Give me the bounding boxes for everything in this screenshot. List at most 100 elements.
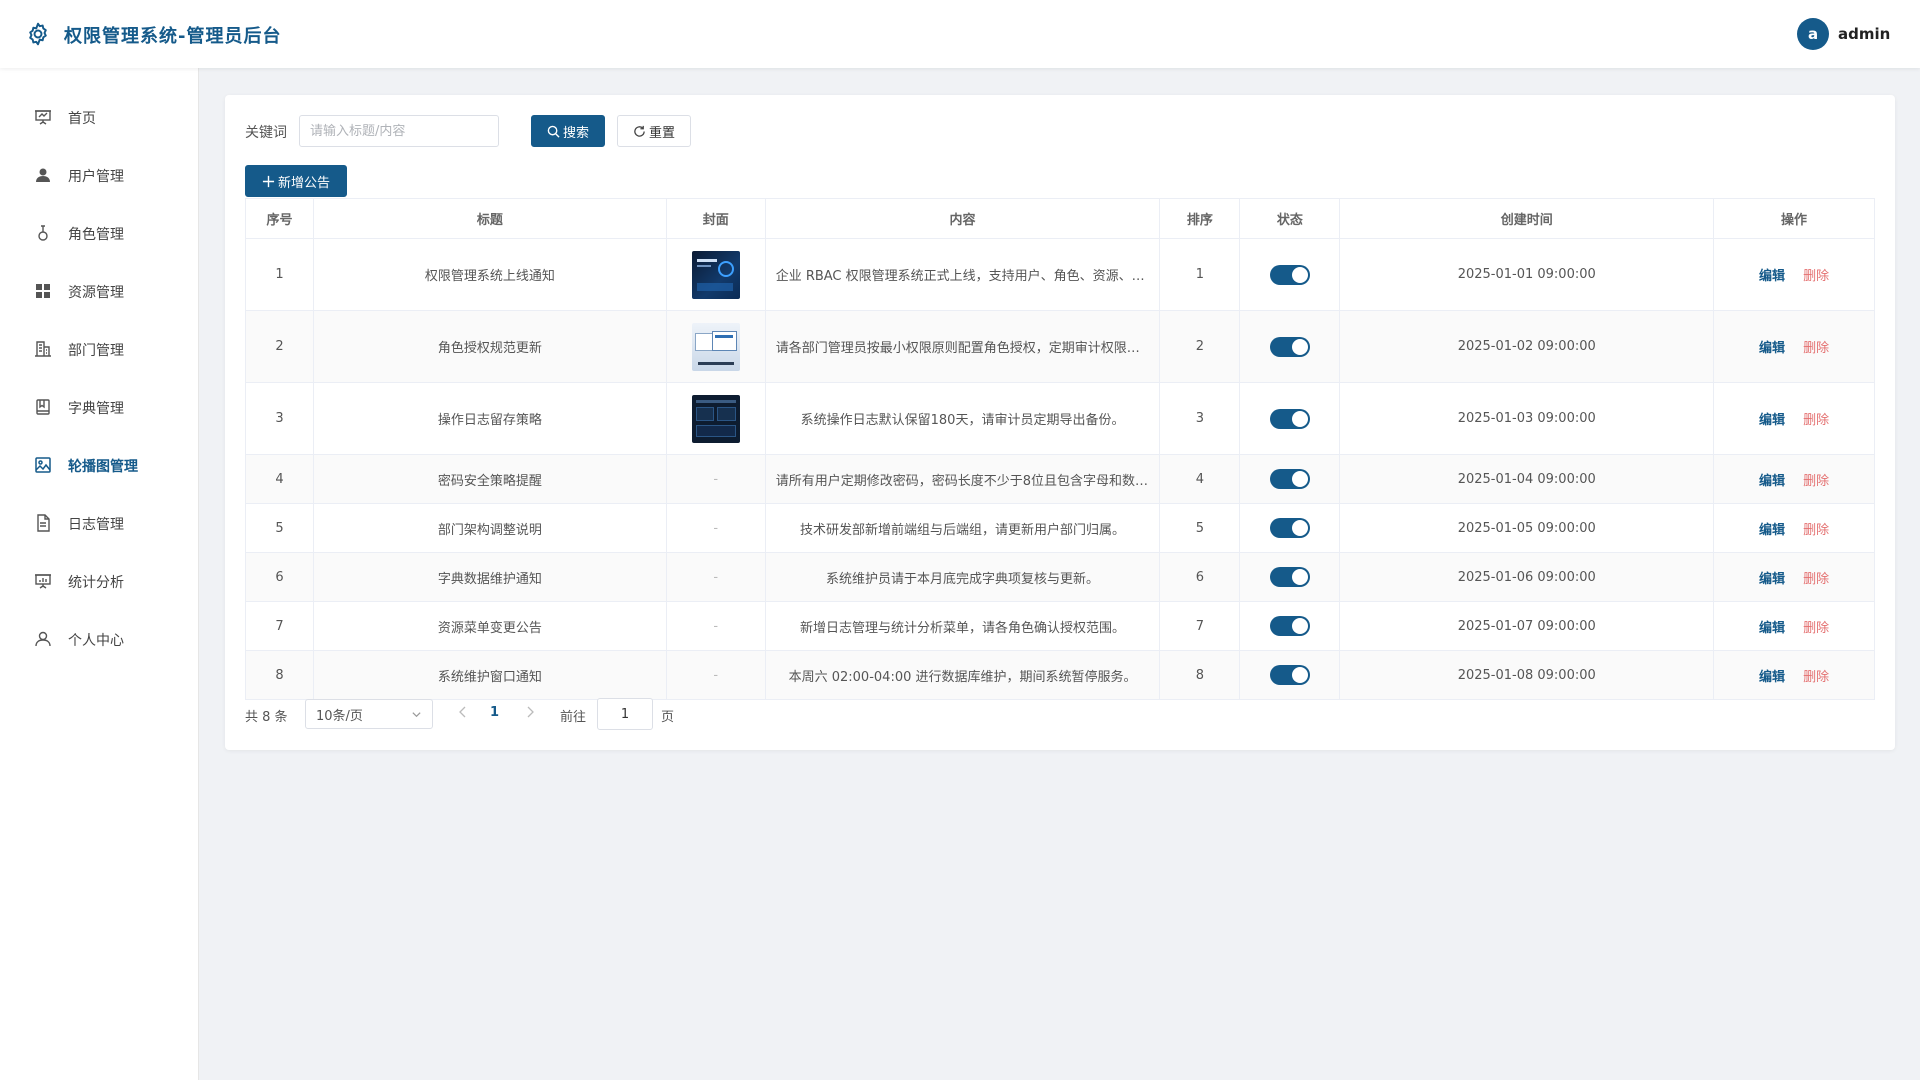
page-size-value: 10条/页	[316, 708, 363, 724]
pagination-total: 共 8 条	[245, 710, 288, 725]
status-toggle[interactable]	[1269, 567, 1310, 587]
delete-button[interactable]: 删除	[1803, 265, 1829, 284]
row-actions: 编辑 删除	[1714, 311, 1876, 382]
toggle-knob	[1291, 667, 1308, 683]
table-row: 2 角色授权规范更新 请各部门管理员按最小权限原则配置角色授权，定期审计权限分配…	[246, 311, 1876, 383]
sidebar-item-label: 用户管理	[68, 169, 124, 185]
edit-button[interactable]: 编辑	[1759, 568, 1785, 587]
sidebar-item-label: 字典管理	[68, 401, 124, 417]
sidebar-item-roles[interactable]: 角色管理	[0, 211, 199, 255]
sidebar-item-home[interactable]: 首页	[0, 95, 199, 139]
delete-button[interactable]: 删除	[1803, 568, 1829, 587]
goto-page-input[interactable]	[597, 698, 653, 730]
toggle-knob	[1291, 471, 1308, 487]
add-announcement-button[interactable]: 新增公告	[245, 165, 347, 197]
sidebar-item-carousel[interactable]: 轮播图管理	[0, 443, 199, 487]
delete-button[interactable]: 删除	[1803, 519, 1829, 538]
row-sort: 1	[1160, 239, 1241, 310]
row-sort: 3	[1160, 383, 1241, 454]
row-created: 2025-01-02 09:00:00	[1340, 311, 1715, 382]
gear-icon	[29, 22, 47, 46]
avatar[interactable]: a	[1797, 18, 1829, 50]
toggle-knob	[1291, 266, 1308, 283]
row-index: 8	[246, 651, 314, 699]
status-toggle[interactable]	[1269, 336, 1310, 357]
row-content: 请所有用户定期修改密码，密码长度不少于8位且包含字母和数字。	[766, 455, 1161, 503]
plus-icon	[262, 175, 275, 187]
row-created: 2025-01-01 09:00:00	[1340, 239, 1715, 310]
row-cover	[667, 239, 766, 310]
sidebar-item-users[interactable]: 用户管理	[0, 153, 199, 197]
sidebar-item-resources[interactable]: 资源管理	[0, 269, 199, 313]
next-page-button[interactable]	[523, 705, 537, 719]
sidebar-item-profile[interactable]: 个人中心	[0, 617, 199, 661]
row-content-text: 新增日志管理与统计分析菜单，请各角色确认授权范围。	[800, 620, 1126, 636]
status-toggle[interactable]	[1269, 518, 1310, 538]
search-input[interactable]	[299, 115, 499, 147]
row-status	[1240, 455, 1341, 503]
edit-button[interactable]: 编辑	[1759, 265, 1785, 284]
row-actions: 编辑 删除	[1714, 553, 1876, 601]
username[interactable]: admin	[1838, 25, 1890, 43]
reset-button[interactable]: 重置	[617, 115, 691, 147]
status-toggle[interactable]	[1269, 616, 1310, 636]
sidebar-item-departments[interactable]: 部门管理	[0, 327, 199, 371]
status-toggle[interactable]	[1269, 469, 1310, 489]
cover-thumbnail[interactable]	[691, 394, 740, 443]
status-toggle[interactable]	[1269, 264, 1310, 285]
row-index: 5	[246, 504, 314, 552]
edit-button[interactable]: 编辑	[1759, 470, 1785, 489]
edit-button[interactable]: 编辑	[1759, 409, 1785, 428]
chart-icon	[35, 574, 51, 589]
table-row: 1 权限管理系统上线通知 企业 RBAC 权限管理系统正式上线，支持用户、角色、…	[246, 239, 1876, 311]
delete-button[interactable]: 删除	[1803, 470, 1829, 489]
row-content-text: 请各部门管理员按最小权限原则配置角色授权，定期审计权限分配情况。	[775, 341, 1150, 356]
row-actions: 编辑 删除	[1714, 239, 1876, 310]
goto-suffix: 页	[661, 710, 675, 725]
row-content-text: 本周六 02:00-04:00 进行数据库维护，期间系统暂停服务。	[788, 669, 1137, 685]
cover-thumbnail[interactable]	[691, 250, 740, 299]
delete-button[interactable]: 删除	[1803, 337, 1829, 356]
search-button[interactable]: 搜索	[531, 115, 605, 147]
row-content-text: 系统维护员请于本月底完成字典项复核与更新。	[826, 571, 1100, 587]
edit-button[interactable]: 编辑	[1759, 337, 1785, 356]
edit-button[interactable]: 编辑	[1759, 666, 1785, 685]
edit-button[interactable]: 编辑	[1759, 519, 1785, 538]
column-header: 排序	[1160, 199, 1241, 238]
row-title: 权限管理系统上线通知	[314, 239, 667, 310]
row-actions: 编辑 删除	[1714, 383, 1876, 454]
delete-button[interactable]: 删除	[1803, 409, 1829, 428]
column-header: 内容	[766, 199, 1161, 238]
current-page[interactable]: 1	[490, 705, 499, 720]
cover-thumbnail[interactable]	[691, 322, 740, 371]
row-created: 2025-01-03 09:00:00	[1340, 383, 1715, 454]
sidebar-item-dictionary[interactable]: 字典管理	[0, 385, 199, 429]
column-header: 标题	[314, 199, 667, 238]
presentation-icon	[35, 110, 51, 125]
row-actions: 编辑 删除	[1714, 651, 1876, 699]
prev-page-button[interactable]	[456, 705, 470, 719]
announcement-table: 序号 标题 封面 内容 排序 状态 创建时间 操作 1 权限管理系统上线通知 企…	[245, 198, 1876, 700]
delete-button[interactable]: 删除	[1803, 666, 1829, 685]
delete-button[interactable]: 删除	[1803, 617, 1829, 636]
column-header: 操作	[1714, 199, 1875, 238]
sidebar-item-label: 个人中心	[68, 633, 124, 649]
table-row: 5 部门架构调整说明 - 技术研发部新增前端组与后端组，请更新用户部门归属。 5…	[246, 504, 1876, 553]
sidebar-item-statistics[interactable]: 统计分析	[0, 559, 199, 603]
goto-label: 前往	[560, 710, 587, 725]
status-toggle[interactable]	[1269, 665, 1310, 685]
row-content-text: 系统操作日志默认保留180天，请审计员定期导出备份。	[800, 413, 1125, 428]
row-status	[1240, 239, 1341, 310]
table-row: 3 操作日志留存策略 系统操作日志默认保留180天，请审计员定期导出备份。 3 …	[246, 383, 1876, 455]
refresh-icon	[634, 125, 645, 137]
row-index: 1	[246, 239, 314, 310]
toggle-knob	[1291, 410, 1308, 427]
sidebar-item-label: 统计分析	[68, 575, 124, 591]
edit-button[interactable]: 编辑	[1759, 617, 1785, 636]
row-sort: 5	[1160, 504, 1241, 552]
top-header: 权限管理系统-管理员后台 a admin	[0, 0, 1920, 68]
row-actions: 编辑 删除	[1714, 455, 1876, 503]
sidebar-item-logs[interactable]: 日志管理	[0, 501, 199, 545]
page-size-select[interactable]: 10条/页	[305, 699, 433, 729]
status-toggle[interactable]	[1269, 408, 1310, 429]
